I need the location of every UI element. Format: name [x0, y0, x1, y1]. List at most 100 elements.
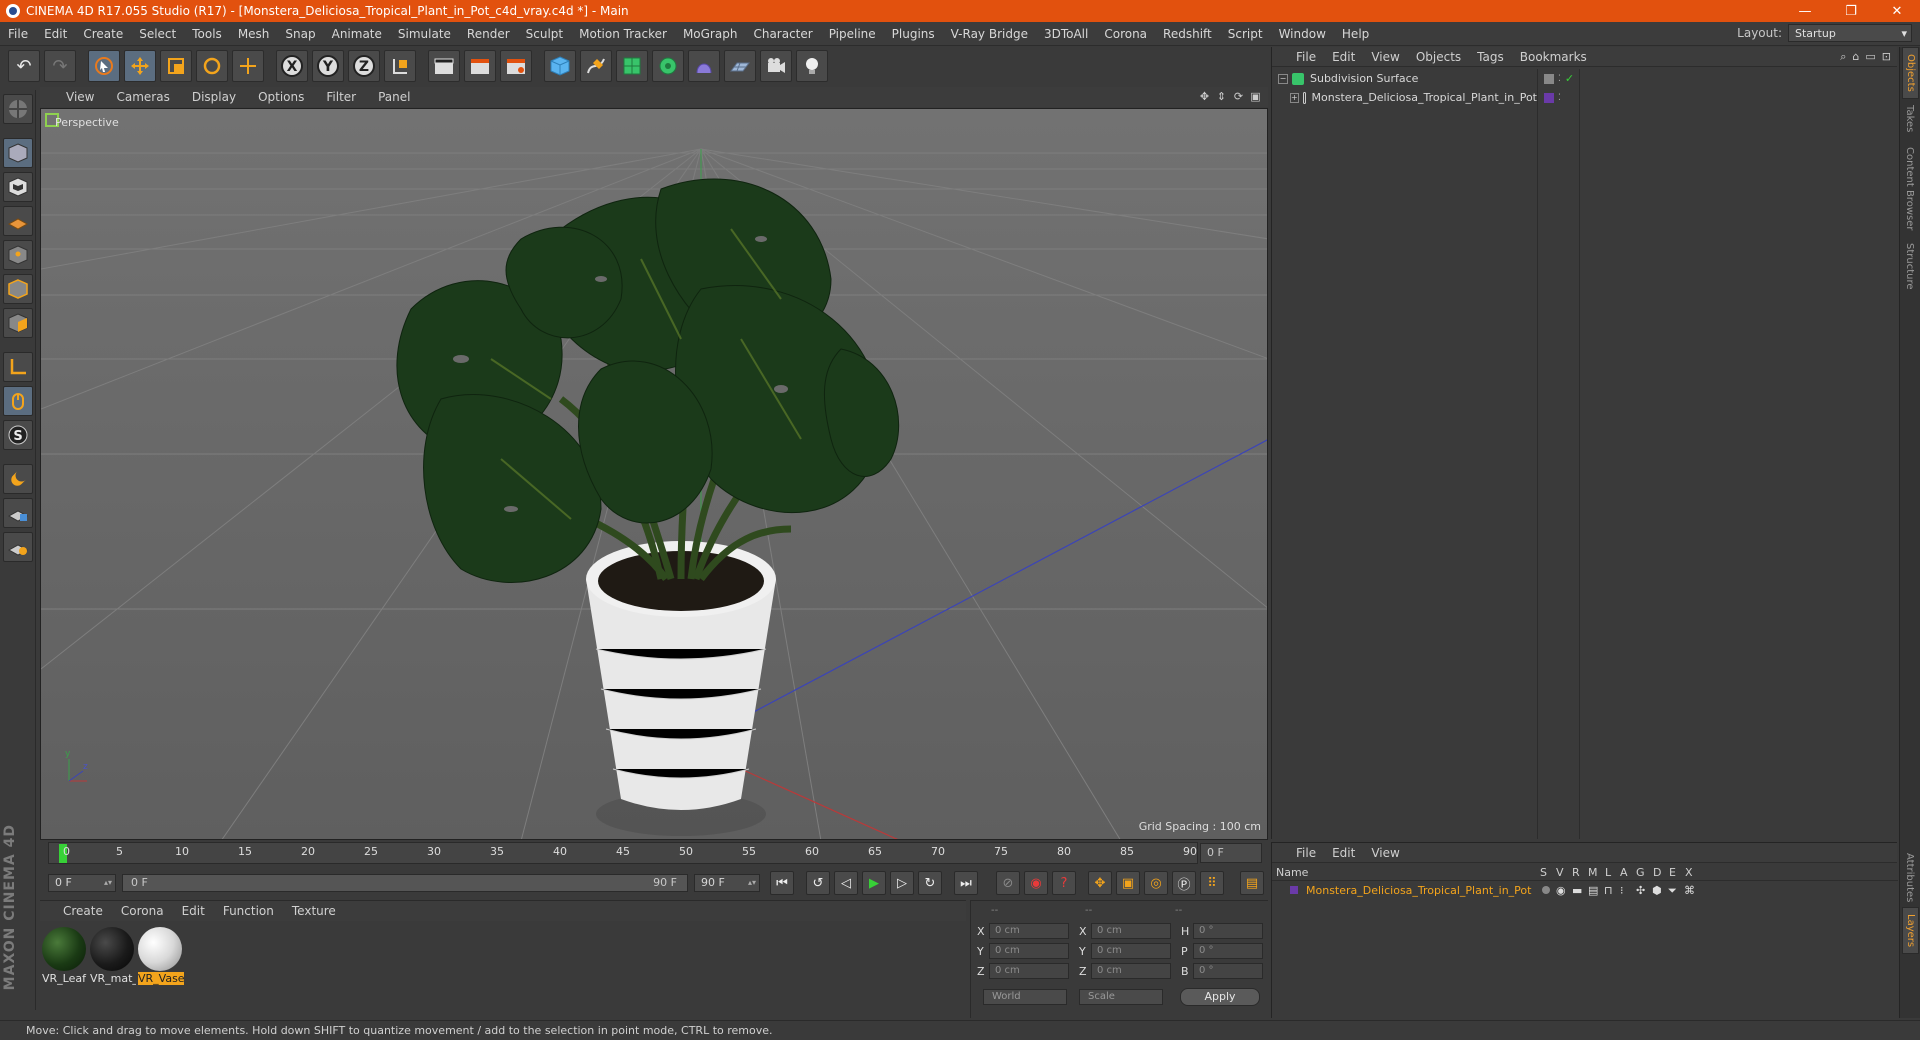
size-mode-select[interactable]: Scale: [1079, 989, 1163, 1005]
object-menu-view[interactable]: View: [1363, 50, 1407, 64]
generator-icon[interactable]: ✣: [1636, 884, 1645, 897]
key-pla-button[interactable]: ⠿: [1200, 871, 1224, 895]
orbit-icon[interactable]: ⟳: [1232, 90, 1245, 103]
deformer-icon[interactable]: ⬢: [1652, 884, 1662, 897]
preview-range-slider[interactable]: 0 F 90 F: [122, 874, 688, 892]
close-button[interactable]: ✕: [1874, 0, 1920, 22]
menu-redshift[interactable]: Redshift: [1155, 27, 1220, 41]
size-x-field[interactable]: 0 cm: [1091, 923, 1171, 939]
rotation-p-field[interactable]: 0 °: [1193, 943, 1263, 959]
tweak-mode-button[interactable]: [3, 386, 33, 416]
end-frame-field[interactable]: 90 F ▴▾: [694, 874, 760, 892]
edges-mode-button[interactable]: [3, 274, 33, 304]
add-deformer-button[interactable]: [688, 50, 720, 82]
start-frame-field[interactable]: 0 F ▴▾: [48, 874, 116, 892]
render-clapboard-icon[interactable]: ▬: [1572, 884, 1582, 897]
tab-takes[interactable]: Takes: [1902, 99, 1917, 138]
apply-button[interactable]: Apply: [1180, 988, 1260, 1006]
render-picture-viewer-button[interactable]: [464, 50, 496, 82]
object-menu-edit[interactable]: Edit: [1324, 50, 1363, 64]
menu-script[interactable]: Script: [1220, 27, 1271, 41]
undo-button[interactable]: ↶: [8, 50, 40, 82]
material-menu-texture[interactable]: Texture: [283, 904, 345, 918]
live-selection-button[interactable]: [88, 50, 120, 82]
rotate-tool-button[interactable]: [196, 50, 228, 82]
object-menu-objects[interactable]: Objects: [1408, 50, 1469, 64]
timeline-window-button[interactable]: ▤: [1240, 871, 1264, 895]
key-scale-button[interactable]: ▣: [1116, 871, 1140, 895]
layer-row[interactable]: Monstera_Deliciosa_Tropical_Plant_in_Pot…: [1272, 883, 1898, 899]
menu-simulate[interactable]: Simulate: [390, 27, 459, 41]
menu-tools[interactable]: Tools: [184, 27, 230, 41]
menu-animate[interactable]: Animate: [324, 27, 390, 41]
add-subdivision-surface-button[interactable]: [616, 50, 648, 82]
tab-layers[interactable]: Layers: [1902, 907, 1919, 955]
key-rotation-button[interactable]: ◎: [1144, 871, 1168, 895]
layout-select[interactable]: Startup ▾: [1788, 24, 1912, 42]
layer-swatch-icon[interactable]: [1544, 73, 1554, 84]
material-menu-create[interactable]: Create: [54, 904, 112, 918]
checkmark-icon[interactable]: ✓: [1565, 72, 1574, 85]
expression-icon[interactable]: ⏷: [1668, 884, 1677, 898]
menu-sculpt[interactable]: Sculpt: [518, 27, 571, 41]
axis-mode-button[interactable]: [3, 352, 33, 382]
viewport-menu-options[interactable]: Options: [246, 90, 314, 104]
tab-content-browser[interactable]: Content Browser: [1902, 141, 1917, 236]
menu-snap[interactable]: Snap: [277, 27, 323, 41]
enable-quantize-button[interactable]: [3, 532, 33, 562]
key-parameter-button[interactable]: Ⓟ: [1172, 871, 1196, 895]
go-to-end-button[interactable]: ⏭: [954, 871, 978, 895]
pan-icon[interactable]: ✥: [1198, 90, 1211, 103]
key-position-button[interactable]: ✥: [1088, 871, 1112, 895]
scale-tool-button[interactable]: [160, 50, 192, 82]
object-row-subdivision[interactable]: − Subdivision Surface: [1272, 69, 1537, 88]
material-swatch[interactable]: VR_Leaf: [42, 927, 88, 985]
previous-key-button[interactable]: ↺: [806, 871, 830, 895]
search-icon[interactable]: ⌕: [1840, 50, 1846, 64]
viewport-menu-filter[interactable]: Filter: [314, 90, 366, 104]
object-menu-tags[interactable]: Tags: [1469, 50, 1512, 64]
tab-attributes[interactable]: Attributes: [1902, 847, 1917, 908]
position-x-field[interactable]: 0 cm: [989, 923, 1069, 939]
layer-menu-view[interactable]: View: [1363, 846, 1407, 860]
render-view-button[interactable]: [428, 50, 460, 82]
redo-button[interactable]: ↷: [44, 50, 76, 82]
menu-window[interactable]: Window: [1271, 27, 1334, 41]
visibility-dots-icon[interactable]: ⁚: [1558, 74, 1561, 84]
manager-icon[interactable]: ▤: [1588, 884, 1598, 897]
material-swatch-selected[interactable]: VR_Vase: [138, 927, 184, 985]
points-mode-button[interactable]: [3, 240, 33, 270]
go-to-start-button[interactable]: ⏮: [770, 871, 794, 895]
zoom-icon[interactable]: ⇕: [1215, 90, 1228, 103]
viewport-menu-panel[interactable]: Panel: [366, 90, 420, 104]
lock-icon[interactable]: ⊓: [1604, 884, 1613, 897]
menu-pipeline[interactable]: Pipeline: [821, 27, 884, 41]
add-light-button[interactable]: [796, 50, 828, 82]
menu-render[interactable]: Render: [459, 27, 518, 41]
layer-menu-file[interactable]: File: [1288, 846, 1324, 860]
menu-motion-tracker[interactable]: Motion Tracker: [571, 27, 675, 41]
menu-select[interactable]: Select: [131, 27, 184, 41]
menu-corona[interactable]: Corona: [1096, 27, 1155, 41]
material-menu-corona[interactable]: Corona: [112, 904, 173, 918]
next-key-button[interactable]: ↻: [918, 871, 942, 895]
menu-vray-bridge[interactable]: V-Ray Bridge: [943, 27, 1036, 41]
viewport-menu-cameras[interactable]: Cameras: [104, 90, 179, 104]
keyframe-selection-button[interactable]: ?: [1052, 871, 1076, 895]
material-menu-edit[interactable]: Edit: [173, 904, 214, 918]
eye-icon[interactable]: ◉: [1556, 884, 1566, 897]
material-menu-function[interactable]: Function: [214, 904, 283, 918]
menu-mograph[interactable]: MoGraph: [675, 27, 746, 41]
object-menu-file[interactable]: File: [1288, 50, 1324, 64]
rotation-h-field[interactable]: 0 °: [1193, 923, 1263, 939]
expand-icon[interactable]: +: [1290, 92, 1299, 103]
polygons-mode-button[interactable]: [3, 308, 33, 338]
object-row-monstera[interactable]: + Monstera_Deliciosa_Tropical_Plant_in_P…: [1272, 88, 1537, 107]
enable-axis-button[interactable]: [3, 498, 33, 528]
make-editable-button[interactable]: [3, 94, 33, 124]
coordinate-space-select[interactable]: World: [983, 989, 1067, 1005]
position-z-field[interactable]: 0 cm: [989, 963, 1069, 979]
x-axis-button[interactable]: X: [276, 50, 308, 82]
next-frame-button[interactable]: ▷: [890, 871, 914, 895]
layer-color-icon[interactable]: [1544, 92, 1554, 103]
